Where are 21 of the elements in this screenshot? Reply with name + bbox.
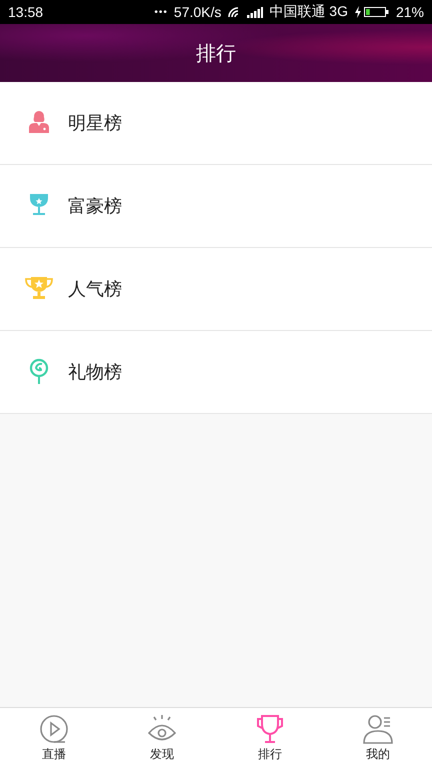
clock-time: 13:58 (8, 4, 44, 20)
tab-item[interactable]: 发现 (108, 708, 216, 768)
ranking-item[interactable]: 人气榜 (0, 248, 432, 331)
ranking-item[interactable]: 明星榜 (0, 82, 432, 165)
network-speed: 57.0K/s (174, 4, 222, 20)
ranking-item[interactable]: 礼物榜 (0, 331, 432, 414)
tab-item[interactable]: 直播 (0, 708, 108, 768)
carrier-name: 中国联通 3G (269, 3, 348, 21)
user-icon (363, 714, 393, 744)
tab-item[interactable]: 排行 (216, 708, 324, 768)
battery-icon (364, 6, 390, 18)
ranking-item[interactable]: 富豪榜 (0, 165, 432, 248)
battery-percent: 21% (396, 4, 424, 20)
charging-icon (354, 6, 362, 18)
more-dots: ••• (154, 6, 168, 18)
trophy-icon (255, 714, 285, 744)
tab-item[interactable]: 我的 (324, 708, 432, 768)
signal-icon (247, 6, 264, 18)
page-title: 排行 (196, 40, 236, 66)
play-icon (39, 714, 69, 744)
eye-icon (147, 714, 177, 744)
